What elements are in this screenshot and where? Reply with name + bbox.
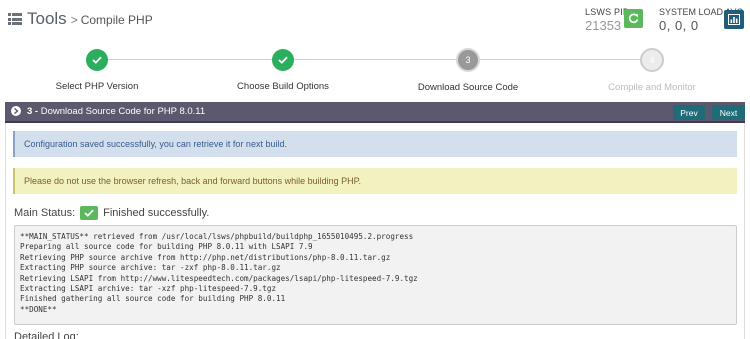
info-alert: Configuration saved successfully, you ca… [13, 131, 737, 157]
status-text: Finished successfully. [103, 207, 210, 219]
page-title: Tools [27, 9, 67, 28]
step-number: 3 [456, 48, 480, 72]
list-icon [8, 13, 22, 25]
wizard-steps: Select PHP Version Choose Build Options … [0, 44, 750, 96]
panel-title: 3 - Download Source Code for PHP 8.0.11 [27, 106, 205, 117]
bar-chart-icon [728, 14, 740, 25]
breadcrumb: Tools > Compile PHP [8, 9, 153, 29]
check-icon [80, 206, 99, 220]
main-status-log: **MAIN_STATUS** retrieved from /usr/loca… [14, 225, 737, 325]
log-line: Preparing all source code for building P… [20, 242, 313, 252]
log-line: Extracting PHP source archive: tar -zxf … [20, 263, 281, 273]
step-number: 4 [640, 48, 664, 72]
wizard-line [97, 59, 652, 60]
wizard-step-2[interactable]: Choose Build Options [203, 49, 363, 92]
stats-button[interactable] [724, 10, 744, 29]
prev-button[interactable]: Prev [673, 105, 705, 120]
warning-alert: Please do not use the browser refresh, b… [13, 168, 737, 194]
log-line: **MAIN_STATUS** retrieved from /usr/loca… [20, 232, 414, 241]
status-label: Main Status: [14, 207, 76, 219]
check-icon [86, 49, 108, 71]
log-line: Retrieving LSAPI from http://www.litespe… [20, 273, 418, 283]
step-label: Compile and Monitor [608, 82, 696, 93]
check-icon [272, 49, 294, 71]
pid-label: LSWS PID [585, 7, 630, 17]
log-line: Finished gathering all source code for b… [20, 294, 286, 304]
next-button[interactable]: Next [712, 105, 745, 120]
refresh-icon [628, 13, 639, 24]
arrow-circle-right-icon [11, 106, 21, 116]
panel-step-number: 3 - [27, 106, 39, 117]
breadcrumb-separator: > [70, 13, 78, 27]
page-header: Tools > Compile PHP LSWS PID 21353 SYSTE… [0, 0, 750, 40]
pid-value: 21353 [585, 18, 622, 33]
step-label: Download Source Code [417, 82, 519, 93]
detailed-log-label: Detailed Log: [14, 331, 79, 339]
log-line: **DONE** [20, 304, 57, 314]
log-line: Extracting LSAPI archive: tar -xzf php-l… [20, 284, 277, 294]
panel-header: 3 - Download Source Code for PHP 8.0.11 … [5, 102, 745, 123]
panel-title-text: Download Source Code for PHP 8.0.11 [40, 106, 206, 117]
step-label: Select PHP Version [55, 81, 139, 92]
wizard-step-4: 4 Compile and Monitor [572, 48, 732, 93]
wizard-step-3: 3 Download Source Code [388, 48, 548, 93]
step-label: Choose Build Options [237, 81, 329, 92]
lsws-pid: LSWS PID 21353 [585, 7, 630, 33]
log-line: Retrieving PHP source archive from http:… [20, 252, 391, 262]
main-status: Main Status: Finished successfully. [14, 206, 209, 220]
wizard-step-1[interactable]: Select PHP Version [17, 49, 177, 92]
breadcrumb-current: Compile PHP [80, 13, 153, 27]
restart-button[interactable] [624, 9, 643, 28]
